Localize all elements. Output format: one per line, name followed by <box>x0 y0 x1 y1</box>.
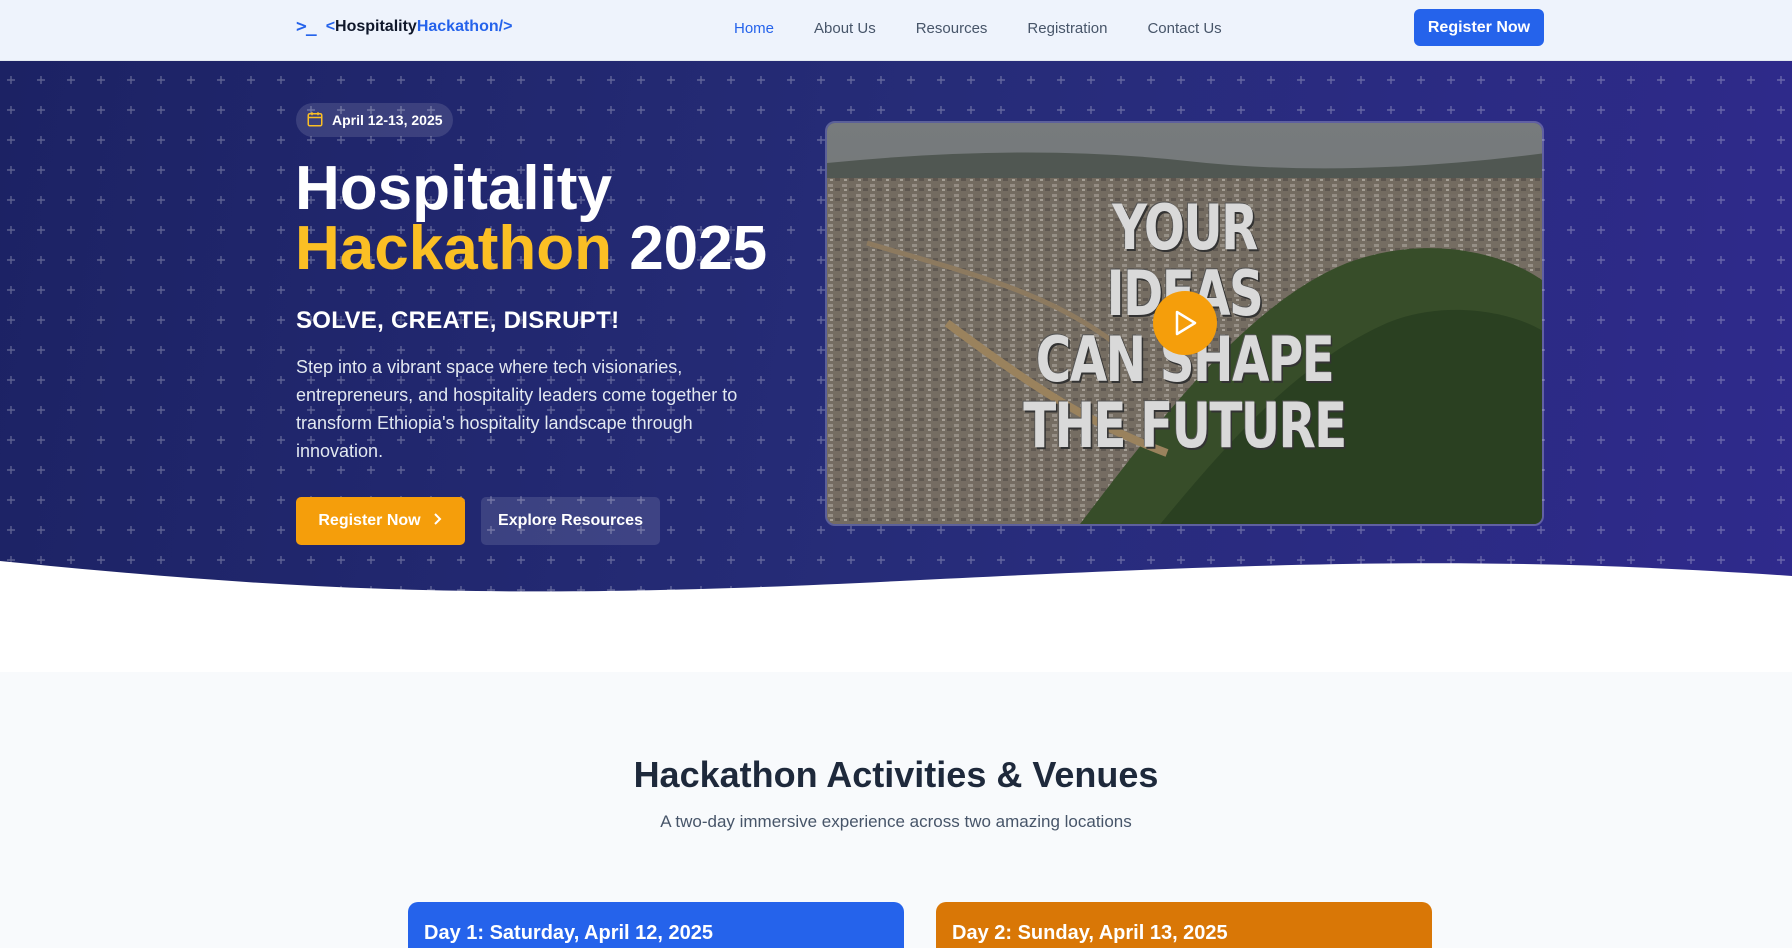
logo-accent: Hackathon <box>416 17 499 35</box>
video-caption-line: THE FUTURE <box>1023 389 1347 462</box>
video-caption-line: YOUR <box>1112 191 1258 264</box>
nav-link-resources[interactable]: Resources <box>916 20 988 37</box>
play-button[interactable] <box>1153 291 1217 355</box>
nav-link-home[interactable]: Home <box>734 20 774 37</box>
play-icon <box>1172 309 1198 337</box>
hero-title-accent: Hackathon <box>295 214 612 283</box>
hero-tagline: SOLVE, CREATE, DISRUPT! <box>296 307 620 334</box>
nav-link-about-us[interactable]: About Us <box>814 20 876 37</box>
logo-prefix: < <box>325 17 336 35</box>
logo[interactable]: >_ <HospitalityHackathon/> <box>296 16 512 37</box>
event-date-badge: April 12-13, 2025 <box>296 103 453 137</box>
logo-suffix: /> <box>498 17 513 35</box>
hero-title-year: 2025 <box>629 214 768 283</box>
calendar-icon <box>306 110 324 131</box>
section-subtitle: A two-day immersive experience across tw… <box>660 812 1132 831</box>
explore-resources-button[interactable]: Explore Resources <box>481 497 660 545</box>
activities-section: Hackathon Activities & Venues A two-day … <box>0 672 1792 948</box>
nav-links: Home About Us Resources Registration Con… <box>734 20 1222 37</box>
day-2-card-header: Day 2: Sunday, April 13, 2025 <box>936 902 1432 948</box>
event-date: April 12-13, 2025 <box>332 112 443 128</box>
hero-title-line1: Hospitality <box>295 154 612 223</box>
day-1-card-header: Day 1: Saturday, April 12, 2025 <box>408 902 904 948</box>
hero-register-button[interactable]: Register Now <box>296 497 465 545</box>
nav-link-contact-us[interactable]: Contact Us <box>1147 20 1221 37</box>
logo-name: Hospitality <box>335 17 417 35</box>
hero-title: Hospitality Hackathon 2025 <box>295 154 767 280</box>
terminal-icon: >_ <box>296 16 317 37</box>
nav-register-button[interactable]: Register Now <box>1414 9 1544 46</box>
hero-section: April 12-13, 2025 Hospitality Hackathon … <box>0 61 1792 631</box>
promo-video-player[interactable]: YOUR IDEAS CAN SHAPE THE FUTURE <box>825 121 1544 526</box>
hero-description: Step into a vibrant space where tech vis… <box>296 357 738 461</box>
hero-wave-divider <box>0 561 1792 631</box>
navbar: >_ <HospitalityHackathon/> Home About Us… <box>0 0 1792 61</box>
chevron-right-icon <box>433 512 443 531</box>
logo-text: <HospitalityHackathon/> <box>326 18 513 36</box>
hero-register-label: Register Now <box>318 512 421 529</box>
section-title: Hackathon Activities & Venues <box>633 754 1159 795</box>
nav-link-registration[interactable]: Registration <box>1027 20 1107 37</box>
